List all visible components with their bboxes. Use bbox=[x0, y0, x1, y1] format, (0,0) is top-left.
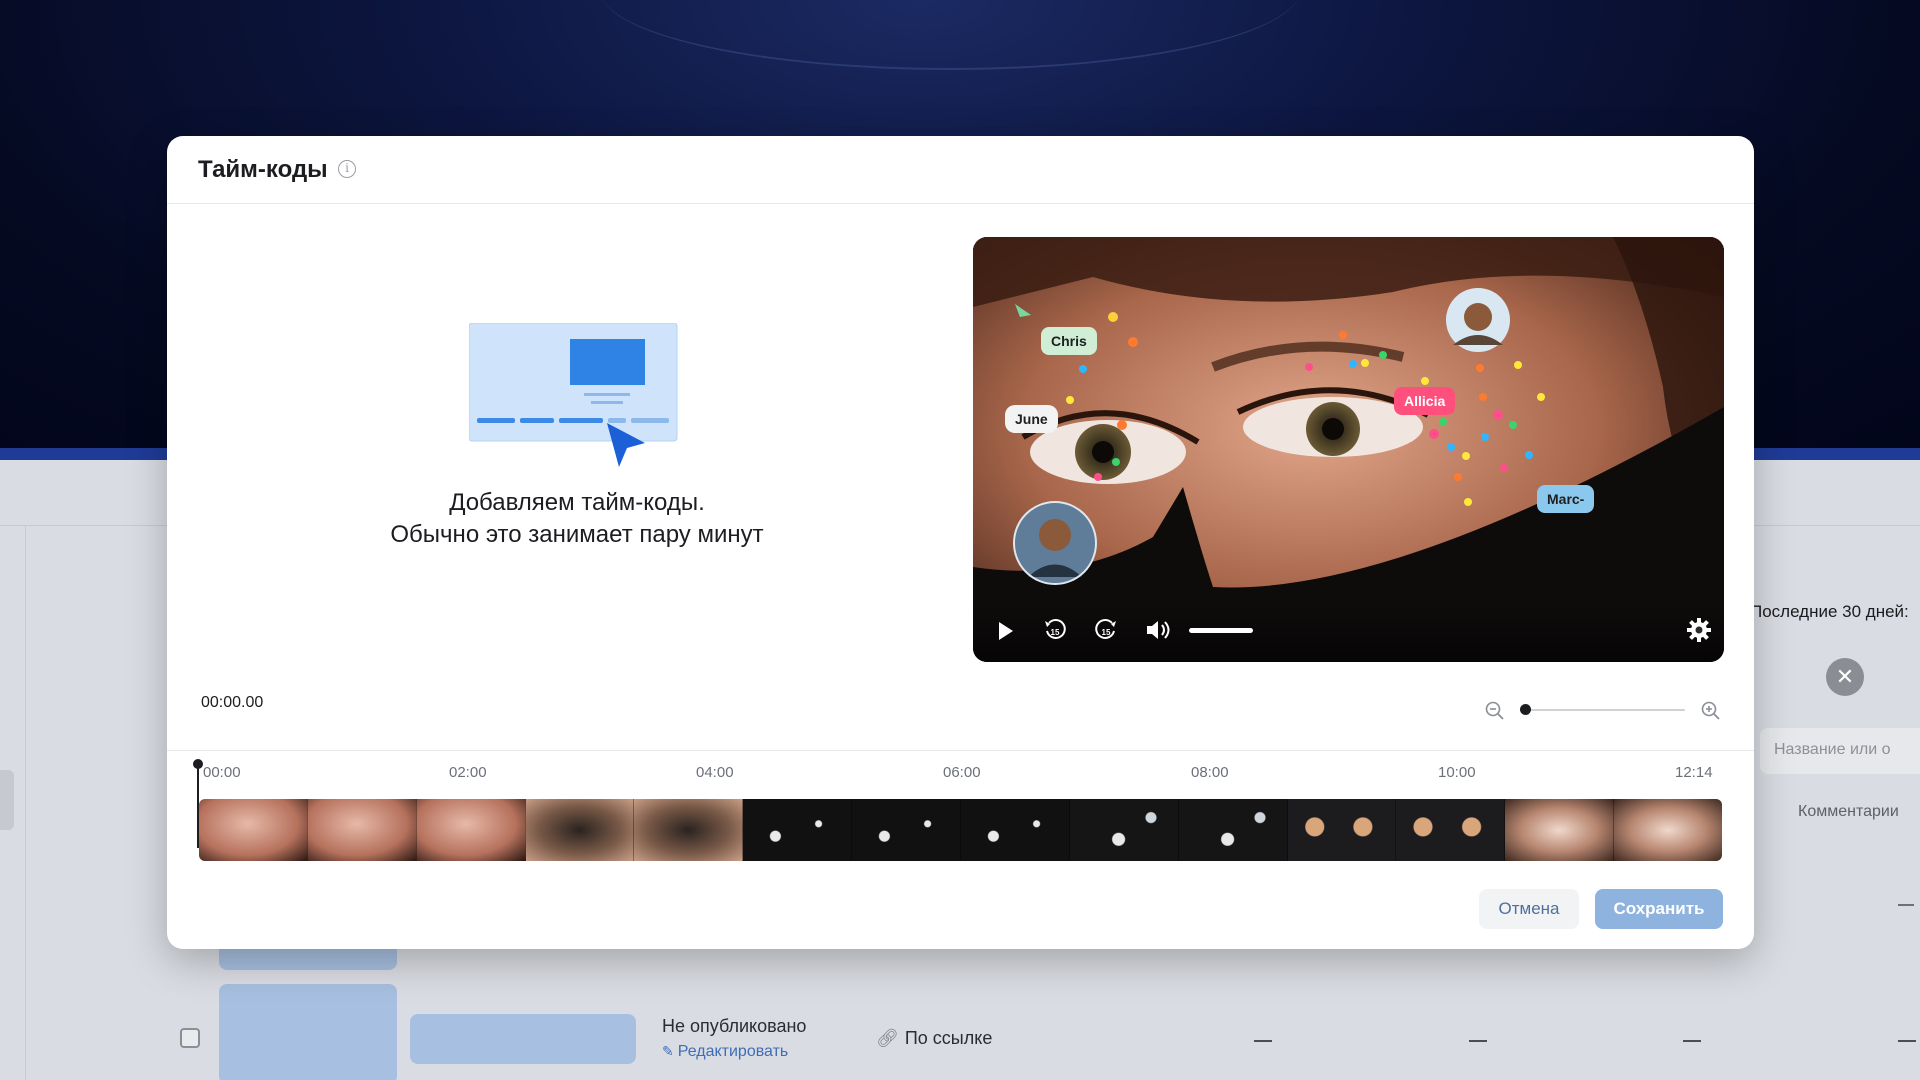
comment-bubble: Allicia bbox=[1394, 387, 1456, 415]
sidebar-divider bbox=[25, 525, 26, 1080]
loading-message-line-2: Обычно это занимает пару минут bbox=[390, 521, 764, 548]
timeline-filmstrip[interactable] bbox=[199, 799, 1722, 861]
filmstrip-frame bbox=[525, 799, 635, 861]
comment-bubble: June bbox=[1005, 405, 1058, 433]
clear-filter-button[interactable]: ✕ bbox=[1826, 658, 1864, 696]
video-thumbnail[interactable] bbox=[219, 984, 397, 1080]
save-button[interactable]: Сохранить bbox=[1595, 889, 1723, 929]
ruler-tick-label: 08:00 bbox=[1191, 764, 1229, 781]
filmstrip-frame bbox=[1287, 799, 1397, 861]
pencil-icon: ✎ bbox=[662, 1043, 674, 1059]
settings-gear-icon[interactable] bbox=[1686, 617, 1712, 643]
modal-header: Тайм-коды i bbox=[167, 136, 1754, 204]
filmstrip-frame bbox=[852, 799, 962, 861]
rewind-15-icon[interactable]: 15 bbox=[1043, 618, 1067, 642]
period-label: Последние 30 дней: bbox=[1750, 602, 1909, 621]
access-type: 🔗︎ По ссылке bbox=[876, 1028, 992, 1049]
timeline-divider bbox=[167, 750, 1754, 751]
comment-bubble: Marc- bbox=[1537, 485, 1595, 513]
filmstrip-frame bbox=[1178, 799, 1288, 861]
info-icon[interactable]: i bbox=[338, 160, 356, 178]
ruler-tick-label: 02:00 bbox=[449, 764, 487, 781]
filmstrip-frame bbox=[1505, 799, 1615, 861]
ruler-tick-label: 04:00 bbox=[696, 764, 734, 781]
video-preview[interactable]: Chris June Allicia Marc- 15 15 bbox=[973, 237, 1724, 662]
zoom-out-icon[interactable] bbox=[1485, 701, 1505, 721]
ruler-tick-label: 00:00 bbox=[203, 764, 241, 781]
filmstrip-frame bbox=[961, 799, 1070, 861]
edit-link-label: Редактировать bbox=[677, 1043, 789, 1060]
svg-text:15: 15 bbox=[1102, 628, 1111, 637]
zoom-slider[interactable] bbox=[1525, 709, 1685, 711]
access-type-label: По ссылке bbox=[904, 1028, 993, 1048]
timeline-illustration bbox=[469, 323, 678, 467]
volume-icon[interactable] bbox=[1145, 618, 1173, 642]
modal-title: Тайм-коды bbox=[198, 156, 328, 183]
ruler-tick-label: 06:00 bbox=[943, 764, 981, 781]
loading-message-line-1: Добавляем тайм-коды. bbox=[449, 489, 705, 516]
table-cell-dash bbox=[1469, 1040, 1487, 1042]
filmstrip-frame bbox=[634, 799, 744, 861]
video-title-placeholder bbox=[410, 1014, 636, 1064]
player-controls bbox=[973, 602, 1724, 662]
publish-status: Не опубликовано bbox=[662, 1016, 807, 1036]
filmstrip-frame bbox=[307, 799, 417, 861]
comment-bubble: Chris bbox=[1041, 327, 1097, 355]
ruler-tick-label: 12:14 bbox=[1675, 764, 1713, 781]
svg-text:15: 15 bbox=[1051, 628, 1060, 637]
table-cell-dash bbox=[1898, 904, 1914, 906]
loading-message: Добавляем тайм-коды. Обычно это занимает… bbox=[327, 487, 827, 551]
zoom-in-icon[interactable] bbox=[1701, 701, 1721, 721]
zoom-slider-handle[interactable] bbox=[1520, 704, 1531, 715]
search-input[interactable]: Название или о bbox=[1760, 728, 1920, 774]
filmstrip-frame bbox=[743, 799, 853, 861]
filmstrip-frame bbox=[1614, 799, 1722, 861]
sidebar-tab[interactable] bbox=[0, 770, 14, 830]
close-icon: ✕ bbox=[1835, 664, 1855, 689]
comments-column-label: Комментарии bbox=[1798, 803, 1899, 820]
table-cell-dash bbox=[1898, 1040, 1916, 1042]
row-checkbox[interactable] bbox=[180, 1028, 200, 1048]
play-icon[interactable] bbox=[997, 621, 1015, 641]
forward-15-icon[interactable]: 15 bbox=[1094, 618, 1118, 642]
filmstrip-frame bbox=[199, 799, 308, 861]
timecodes-modal: Тайм-коды i Добавляем тайм-коды. Обычно … bbox=[167, 136, 1754, 949]
edit-link[interactable]: ✎ Редактировать bbox=[662, 1043, 788, 1061]
cancel-button[interactable]: Отмена bbox=[1479, 889, 1579, 929]
filmstrip-frame bbox=[1396, 799, 1506, 861]
filmstrip-frame bbox=[416, 799, 526, 861]
video-frame bbox=[973, 237, 1724, 662]
ruler-tick-label: 10:00 bbox=[1438, 764, 1476, 781]
table-cell-dash bbox=[1683, 1040, 1701, 1042]
hero-arc-decoration bbox=[600, 0, 1300, 70]
link-icon: 🔗︎ bbox=[876, 1028, 899, 1048]
volume-slider[interactable] bbox=[1189, 628, 1253, 633]
filmstrip-frame bbox=[1069, 799, 1179, 861]
table-cell-dash bbox=[1254, 1040, 1272, 1042]
current-timecode: 00:00.00 bbox=[201, 694, 264, 711]
timeline-playhead[interactable] bbox=[193, 759, 203, 848]
